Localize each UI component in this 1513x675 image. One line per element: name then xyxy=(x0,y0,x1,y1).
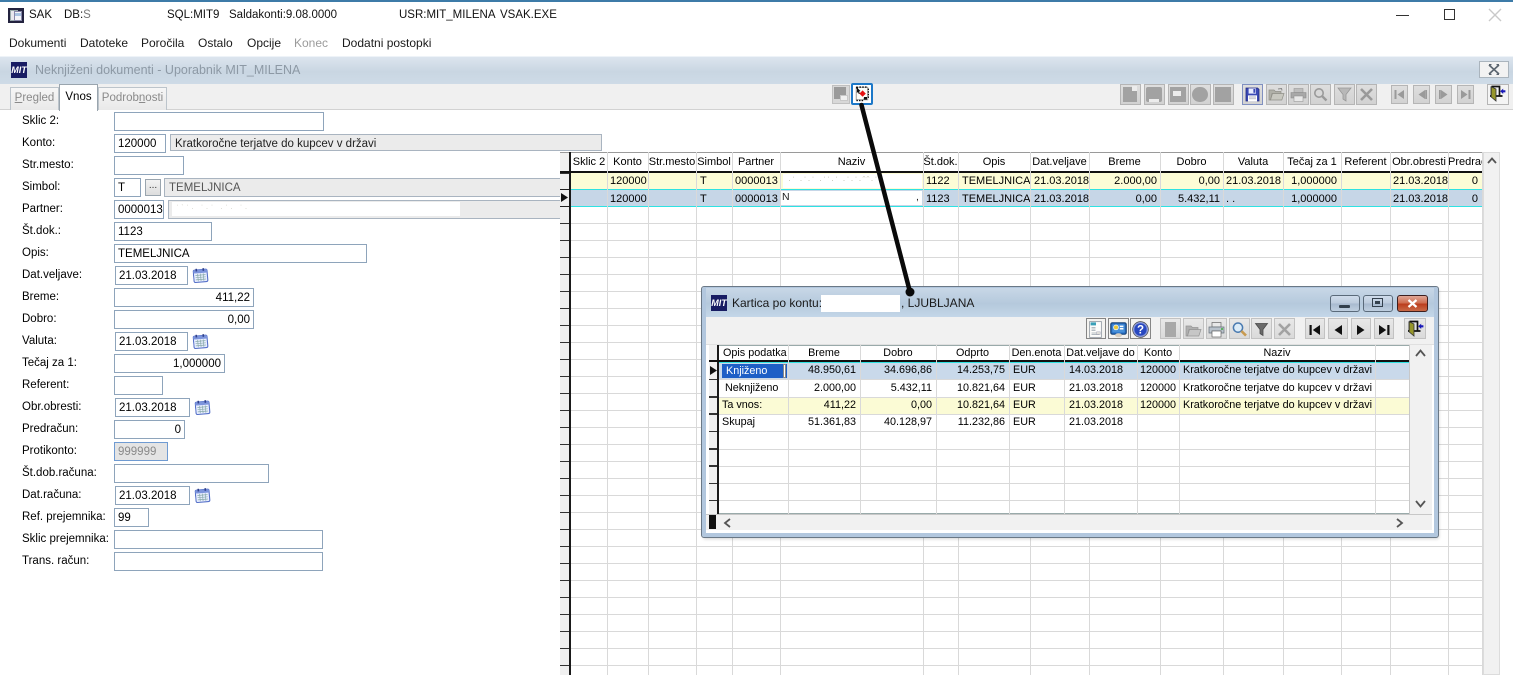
svg-text:?: ? xyxy=(1137,325,1144,337)
